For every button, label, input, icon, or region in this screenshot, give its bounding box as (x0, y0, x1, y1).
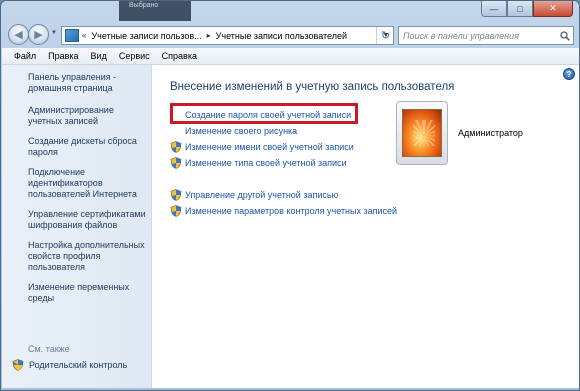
arrow-left-icon: ◀ (14, 29, 23, 41)
breadcrumb-overflow-icon[interactable]: « (79, 31, 89, 40)
uac-shield-icon (170, 157, 182, 169)
task-change-picture[interactable]: Изменение своего рисунка (170, 123, 397, 139)
search-box[interactable]: Поиск в панели управления (398, 26, 574, 45)
sidebar-item-environment-variables[interactable]: Изменение переменных среды (28, 282, 146, 304)
task-create-password[interactable]: Создание пароля своей учетной записи (170, 107, 397, 123)
breadcrumb-separator-icon[interactable]: ▸ (204, 31, 214, 40)
sidebar-item-online-ids[interactable]: Подключение идентификаторов пользователе… (28, 167, 146, 200)
refresh-icon: ↻ (380, 30, 391, 42)
breadcrumb-item-parent[interactable]: Учетные записи пользов... (89, 27, 203, 44)
menu-edit[interactable]: Правка (42, 51, 84, 61)
help-icon[interactable]: ? (563, 68, 575, 80)
uac-shield-icon (170, 189, 182, 201)
uac-shield-icon (12, 359, 24, 371)
parental-control-label: Родительский контроль (29, 360, 128, 370)
task-label: Управление другой учетной записью (185, 190, 339, 200)
menu-tools[interactable]: Сервис (113, 51, 156, 61)
content-area: Панель управления - домашняя страница Ад… (2, 65, 579, 388)
uac-shield-icon (170, 141, 182, 153)
task-change-type[interactable]: Изменение типа своей учетной записи (170, 155, 397, 171)
breadcrumb-item-current[interactable]: Учетные записи пользователей (214, 27, 349, 44)
page-title: Внесение изменений в учетную запись поль… (170, 81, 455, 93)
search-input[interactable]: Поиск в панели управления (399, 31, 557, 41)
user-card: Администратор (396, 101, 578, 165)
arrow-right-icon: ▶ (34, 29, 43, 41)
main-panel: ? Внесение изменений в учетную запись по… (153, 65, 579, 388)
address-bar[interactable]: « Учетные записи пользов... ▸ Учетные за… (61, 26, 394, 45)
navigation-bar: ◀ ▶ ▼ « Учетные записи пользов... ▸ Учет… (1, 22, 579, 48)
sidebar-item-certificates[interactable]: Управление сертификатами шифрования файл… (28, 209, 146, 231)
task-label: Создание пароля своей учетной записи (185, 110, 352, 120)
caption-buttons: — □ ✕ (481, 1, 573, 17)
minimize-button[interactable]: — (481, 1, 507, 17)
control-panel-window: Выбрано — □ ✕ ◀ ▶ ▼ « Учетные записи пол… (0, 0, 580, 391)
uac-shield-icon (170, 205, 182, 217)
control-panel-icon (65, 29, 79, 42)
menu-file[interactable]: Файл (8, 51, 42, 61)
back-button[interactable]: ◀ (8, 24, 29, 45)
close-button[interactable]: ✕ (533, 1, 573, 17)
recent-pages-dropdown[interactable]: ▼ (51, 30, 57, 36)
refresh-button[interactable]: ↻ (376, 27, 394, 44)
search-icon[interactable] (557, 30, 573, 41)
sidebar-item-reset-disk[interactable]: Создание дискеты сброса пароля (28, 136, 146, 158)
menu-bar: Файл Правка Вид Сервис Справка (2, 48, 579, 65)
see-also-heading: См. также (28, 344, 70, 354)
maximize-button[interactable]: □ (507, 1, 533, 17)
menu-view[interactable]: Вид (85, 51, 113, 61)
task-label: Изменение параметров контроля учетных за… (185, 206, 398, 216)
title-bar[interactable]: Выбрано — □ ✕ (1, 1, 579, 21)
sidebar-item-manage-accounts[interactable]: Администрирование учетных записей (28, 105, 146, 127)
forward-button[interactable]: ▶ (28, 24, 49, 45)
background-window-text: Выбрано (129, 2, 159, 9)
menu-help[interactable]: Справка (156, 51, 203, 61)
task-list: Создание пароля своей учетной записи Изм… (170, 107, 397, 219)
task-label: Изменение имени своей учетной записи (185, 142, 354, 152)
task-label: Изменение типа своей учетной записи (185, 158, 347, 168)
background-window-strip: Выбрано (119, 1, 191, 21)
user-picture (402, 109, 442, 157)
sidebar-item-home[interactable]: Панель управления - домашняя страница (28, 72, 146, 94)
avatar[interactable] (396, 101, 448, 165)
task-uac-settings[interactable]: Изменение параметров контроля учетных за… (170, 203, 397, 219)
sidebar-item-profile-properties[interactable]: Настройка дополнительных свойств профиля… (28, 240, 146, 273)
task-manage-other-account[interactable]: Управление другой учетной записью (170, 187, 397, 203)
parental-control-link[interactable]: Родительский контроль (12, 359, 127, 371)
user-name: Администратор (458, 128, 523, 138)
sidebar: Панель управления - домашняя страница Ад… (2, 65, 152, 388)
task-label: Изменение своего рисунка (185, 126, 298, 136)
task-change-name[interactable]: Изменение имени своей учетной записи (170, 139, 397, 155)
